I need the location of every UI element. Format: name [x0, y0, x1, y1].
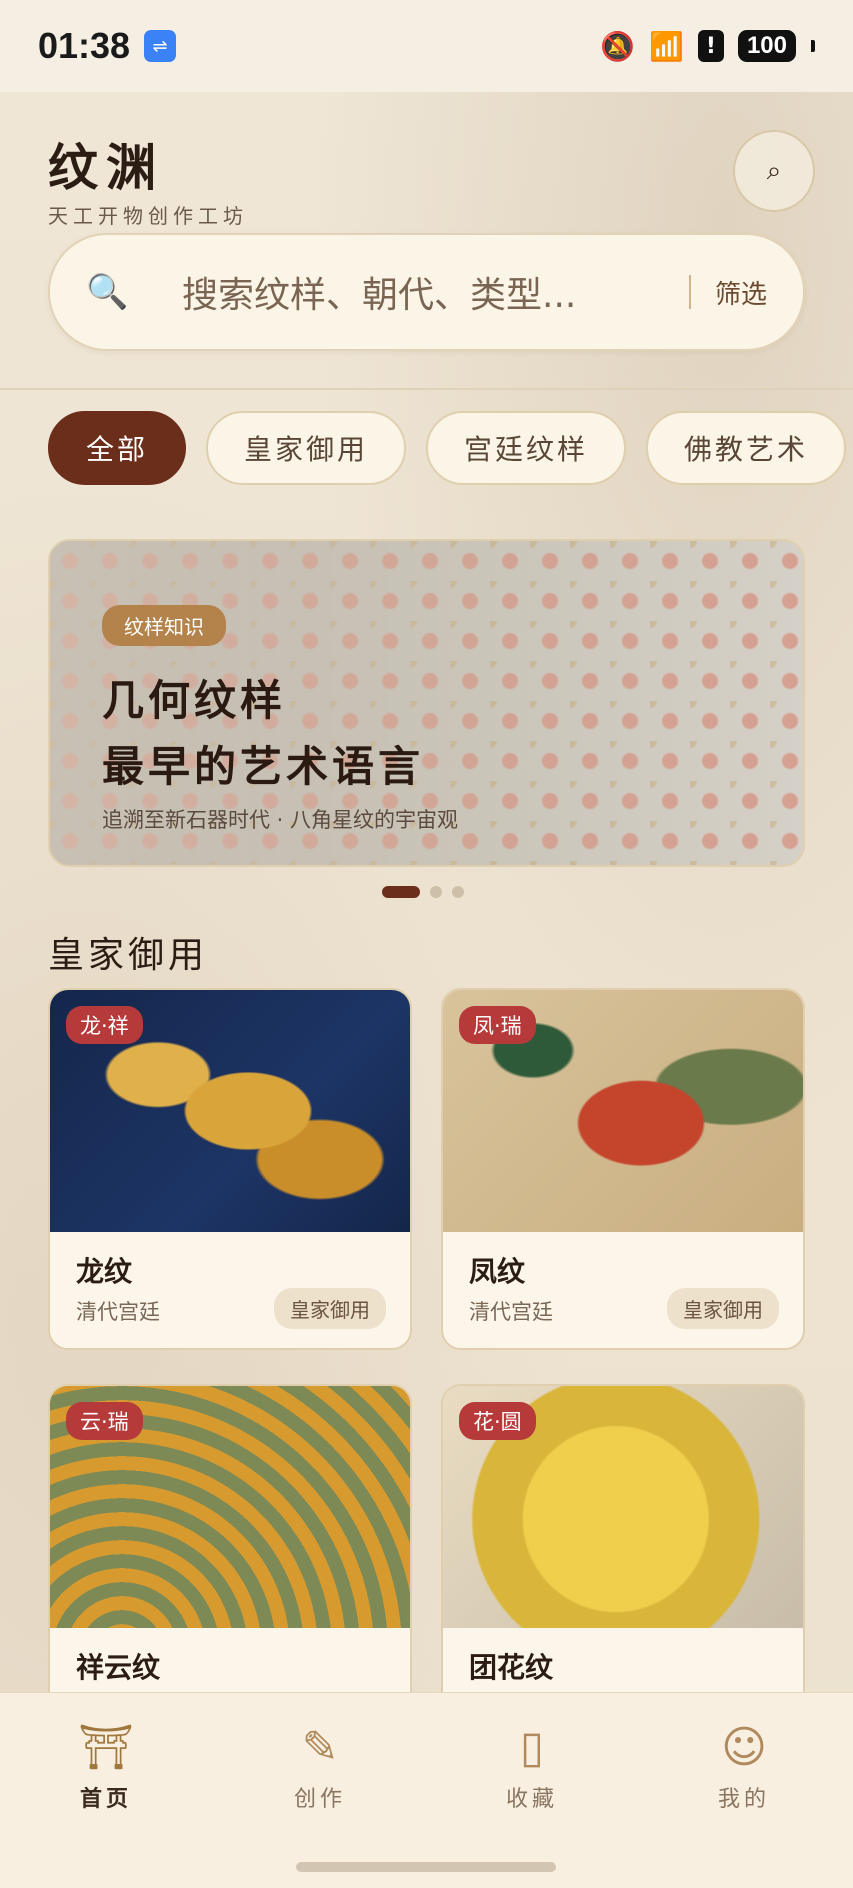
- card-name: 凤纹: [469, 1255, 526, 1288]
- nav-label: 我的: [717, 1787, 770, 1812]
- tab-palace[interactable]: 宫廷纹样: [426, 411, 627, 485]
- search-placeholder: 搜索纹样、朝代、类型...: [182, 275, 577, 316]
- status-icons: 🔕 📶 ! 100: [600, 30, 815, 63]
- status-bar: 01:38 ⇌ 🔕 📶 ! 100: [0, 0, 853, 92]
- usb-icon: ⇌: [144, 30, 177, 62]
- filter-button[interactable]: 筛选: [715, 274, 767, 311]
- card-era: 清代宫廷: [469, 1300, 553, 1324]
- banner-title-line2: 最早的艺术语言: [102, 742, 425, 791]
- banner-content: 纹样知识 几何纹样 最早的艺术语言 追溯至新石器时代 · 八角星纹的宇宙观: [102, 605, 458, 834]
- person-icon: ☺: [721, 1722, 767, 1773]
- status-time: 01:38: [38, 25, 131, 66]
- search-input[interactable]: 🔍 搜索纹样、朝代、类型... 筛选: [48, 233, 805, 351]
- carousel-dot[interactable]: [382, 886, 420, 898]
- search-button[interactable]: ⌕: [733, 130, 815, 212]
- banner-title-line1: 几何纹样: [102, 676, 287, 725]
- tab-royal[interactable]: 皇家御用: [206, 411, 407, 485]
- battery-icon: 100: [737, 30, 796, 62]
- banner-title: 几何纹样 最早的艺术语言: [102, 668, 458, 800]
- card-name: 龙纹: [76, 1255, 133, 1288]
- carousel-dot[interactable]: [452, 886, 464, 898]
- alert-icon: !: [697, 30, 724, 62]
- app-subtitle: 天工开物创作工坊: [48, 204, 248, 228]
- banner-tag: 纹样知识: [102, 605, 226, 646]
- card-tag: 龙·祥: [66, 1006, 143, 1044]
- card-era: 清代宫廷: [76, 1300, 160, 1324]
- app-title: 纹渊: [48, 138, 164, 197]
- temple-icon: ⛩: [78, 1722, 134, 1773]
- carousel-dot[interactable]: [430, 886, 442, 898]
- pattern-card[interactable]: 龙·祥 龙纹 清代宫廷 皇家御用: [48, 988, 412, 1350]
- nav-favorites[interactable]: ▯ 收藏: [472, 1721, 592, 1813]
- tab-buddhist[interactable]: 佛教艺术: [646, 411, 847, 485]
- pattern-card[interactable]: 凤·瑞 凤纹 清代宫廷 皇家御用: [441, 988, 805, 1350]
- nav-label: 收藏: [505, 1787, 558, 1812]
- card-tag: 云·瑞: [66, 1402, 143, 1440]
- banner-subtitle: 追溯至新石器时代 · 八角星纹的宇宙观: [102, 808, 459, 832]
- brush-icon: ✎: [301, 1722, 339, 1773]
- battery-tip: [811, 40, 815, 52]
- nav-create[interactable]: ✎ 创作: [260, 1721, 380, 1813]
- nav-label: 首页: [79, 1787, 132, 1812]
- bottom-nav: ⛩ 首页 ✎ 创作 ▯ 收藏 ☺ 我的: [0, 1692, 853, 1888]
- tab-all[interactable]: 全部: [48, 411, 187, 485]
- home-indicator[interactable]: [296, 1862, 556, 1872]
- book-icon: ▯: [519, 1722, 545, 1773]
- category-tabs: 全部 皇家御用 宫廷纹样 佛教艺术: [48, 411, 847, 485]
- wifi-icon: 📶: [649, 29, 684, 63]
- card-name: 祥云纹: [76, 1651, 161, 1684]
- magnifier-icon: 🔍: [86, 272, 129, 312]
- section-title: 皇家御用: [48, 935, 209, 976]
- card-badge: 皇家御用: [274, 1288, 386, 1329]
- card-tag: 花·圆: [459, 1402, 536, 1440]
- nav-label: 创作: [293, 1787, 346, 1812]
- nav-profile[interactable]: ☺ 我的: [684, 1721, 804, 1813]
- card-badge: 皇家御用: [667, 1288, 779, 1329]
- mute-bell-icon: 🔕: [600, 29, 636, 63]
- search-divider: [688, 275, 691, 309]
- card-tag: 凤·瑞: [459, 1006, 536, 1044]
- featured-banner[interactable]: 纹样知识 几何纹样 最早的艺术语言 追溯至新石器时代 · 八角星纹的宇宙观: [48, 539, 805, 867]
- search-icon: ⌕: [766, 155, 782, 186]
- divider: [0, 388, 853, 390]
- app-header: 纹渊 天工开物创作工坊: [48, 128, 248, 229]
- carousel-indicator: [382, 886, 464, 898]
- card-name: 团花纹: [469, 1651, 554, 1684]
- nav-home[interactable]: ⛩ 首页: [46, 1721, 166, 1813]
